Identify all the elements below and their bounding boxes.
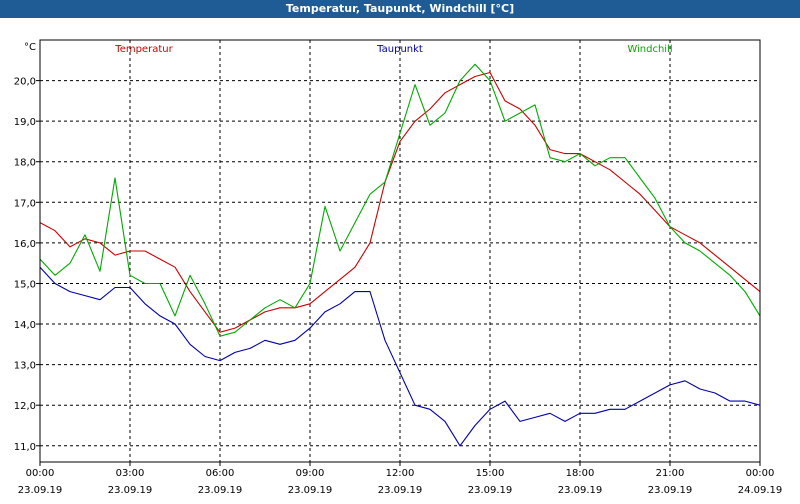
x-tick-time-label: 15:00 xyxy=(476,468,505,479)
grid xyxy=(36,40,761,466)
legend: Temperatur Taupunkt Windchill xyxy=(114,44,672,55)
y-tick-label: 16,0 xyxy=(14,239,36,250)
x-tick-time-label: 00:00 xyxy=(746,468,775,479)
x-tick-time-label: 12:00 xyxy=(386,468,415,479)
y-tick-label: 12,0 xyxy=(14,401,36,412)
legend-label-taupunkt: Taupunkt xyxy=(376,44,423,55)
x-tick-date-label: 23.09.19 xyxy=(288,485,333,496)
y-tick-label: 18,0 xyxy=(14,158,36,169)
y-tick-label: 13,0 xyxy=(14,361,36,372)
x-tick-time-label: 18:00 xyxy=(566,468,595,479)
x-tick-date-label: 23.09.19 xyxy=(558,485,603,496)
x-tick-time-label: 03:00 xyxy=(116,468,145,479)
y-tick-label: 14,0 xyxy=(14,320,36,331)
y-tick-label: 20,0 xyxy=(14,77,36,88)
x-tick-date-label: 23.09.19 xyxy=(18,485,63,496)
chart-area: 11,0 12,0 13,0 14,0 15,0 16,0 17,0 18,0 19,0 20,0… xyxy=(0,18,800,500)
x-tick-date-label: 24.09.19 xyxy=(738,485,783,496)
x-tick-time-label: 06:00 xyxy=(206,468,235,479)
line-chart: 11,0 12,0 13,0 14,0 15,0 16,0 17,0 18,0 19,0 20,0… xyxy=(14,39,783,496)
y-tick-label: 17,0 xyxy=(14,198,36,209)
y-tick-label: 11,0 xyxy=(14,442,36,453)
x-tick-time-label: 09:00 xyxy=(296,468,325,479)
x-tick-date-label: 23.09.19 xyxy=(198,485,243,496)
y-axis-unit-label: °C xyxy=(24,42,36,53)
x-tick-date-label: 23.09.19 xyxy=(468,485,513,496)
chart-window-title: Temperatur, Taupunkt, Windchill [°C] xyxy=(0,0,800,18)
y-tick-label: 15,0 xyxy=(14,279,36,290)
legend-label-temperatur: Temperatur xyxy=(114,44,173,55)
x-tick-date-label: 23.09.19 xyxy=(648,485,693,496)
x-tick-time-label: 00:00 xyxy=(26,468,55,479)
x-tick-date-label: 23.09.19 xyxy=(378,485,423,496)
x-tick-time-label: 21:00 xyxy=(656,468,685,479)
series-line-windchill xyxy=(39,63,761,337)
legend-label-windchill: Windchill xyxy=(627,44,672,55)
x-tick-date-label: 23.09.19 xyxy=(108,485,153,496)
y-tick-label: 19,0 xyxy=(14,117,36,128)
